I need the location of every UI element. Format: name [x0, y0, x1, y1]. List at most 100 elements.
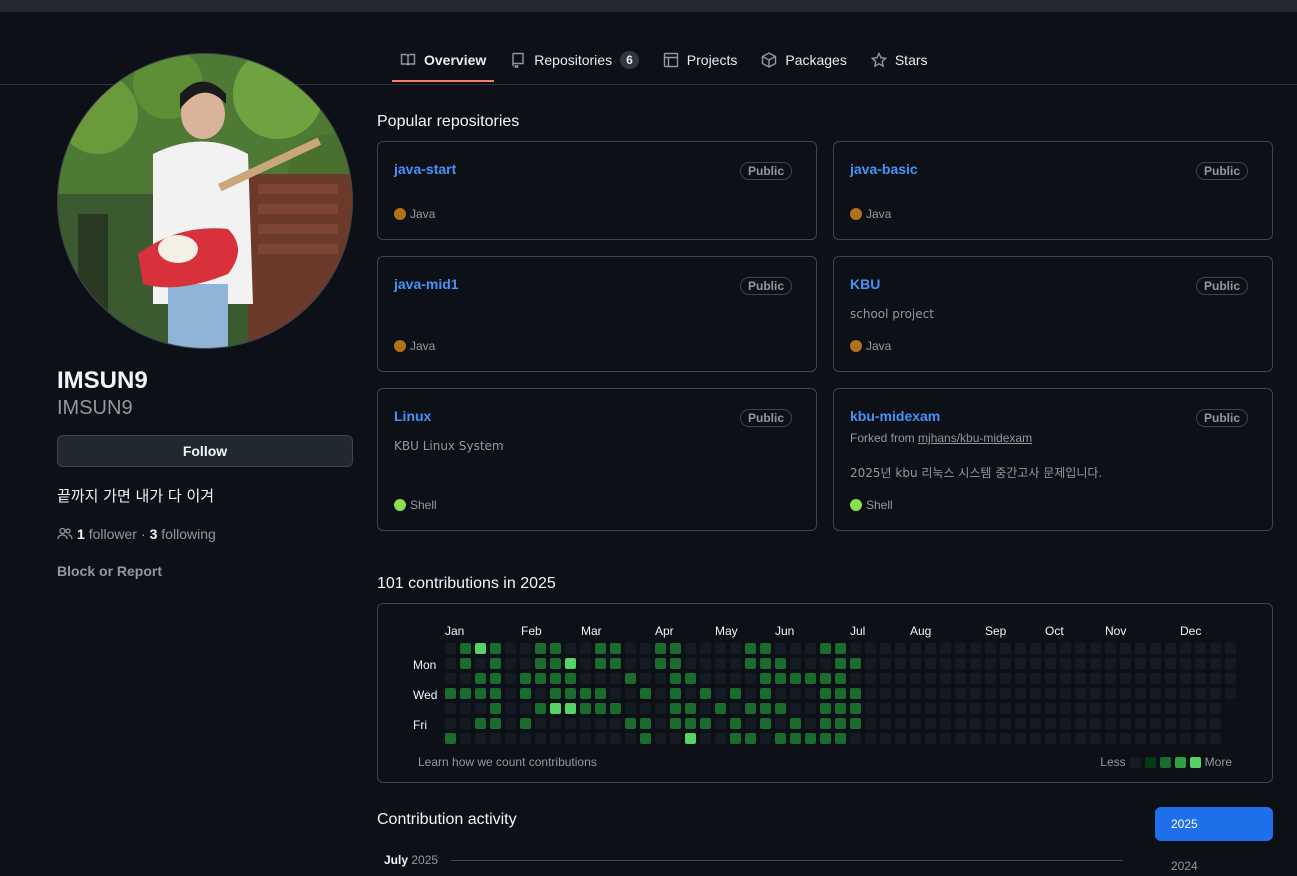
contribution-day[interactable] [1225, 673, 1236, 684]
contribution-day[interactable] [475, 703, 486, 714]
contribution-day[interactable] [655, 733, 666, 744]
contribution-day[interactable] [1075, 643, 1086, 654]
contribution-day[interactable] [1060, 658, 1071, 669]
contribution-day[interactable] [1090, 658, 1101, 669]
contribution-day[interactable] [895, 733, 906, 744]
contribution-day[interactable] [1090, 673, 1101, 684]
contribution-day[interactable] [775, 673, 786, 684]
contribution-day[interactable] [1045, 658, 1056, 669]
contribution-day[interactable] [670, 718, 681, 729]
contribution-day[interactable] [790, 703, 801, 714]
contribution-day[interactable] [1180, 658, 1191, 669]
contribution-day[interactable] [925, 733, 936, 744]
contribution-day[interactable] [775, 658, 786, 669]
contribution-day[interactable] [595, 703, 606, 714]
contribution-day[interactable] [1225, 643, 1236, 654]
contribution-day[interactable] [940, 703, 951, 714]
contribution-day[interactable] [670, 673, 681, 684]
contribution-day[interactable] [940, 658, 951, 669]
contribution-day[interactable] [625, 703, 636, 714]
contribution-day[interactable] [940, 673, 951, 684]
contribution-day[interactable] [775, 688, 786, 699]
contribution-day[interactable] [610, 643, 621, 654]
contribution-day[interactable] [790, 658, 801, 669]
contribution-day[interactable] [910, 673, 921, 684]
contribution-day[interactable] [865, 643, 876, 654]
contribution-day[interactable] [700, 673, 711, 684]
contribution-day[interactable] [745, 688, 756, 699]
contribution-day[interactable] [1210, 733, 1221, 744]
contribution-day[interactable] [625, 643, 636, 654]
contribution-day[interactable] [1180, 733, 1191, 744]
contribution-day[interactable] [655, 643, 666, 654]
contribution-day[interactable] [1060, 703, 1071, 714]
contribution-day[interactable] [865, 703, 876, 714]
contribution-day[interactable] [1015, 688, 1026, 699]
contribution-day[interactable] [775, 703, 786, 714]
contribution-day[interactable] [595, 673, 606, 684]
repo-link[interactable]: java-mid1 [394, 276, 459, 292]
learn-contributions-link[interactable]: Learn how we count contributions [418, 755, 597, 769]
contribution-day[interactable] [1150, 643, 1161, 654]
contribution-day[interactable] [970, 733, 981, 744]
contribution-day[interactable] [910, 643, 921, 654]
contribution-day[interactable] [1090, 703, 1101, 714]
contribution-day[interactable] [625, 673, 636, 684]
repo-link[interactable]: kbu-midexam [850, 408, 940, 424]
contribution-day[interactable] [1000, 658, 1011, 669]
contribution-day[interactable] [775, 733, 786, 744]
contribution-day[interactable] [490, 688, 501, 699]
contribution-day[interactable] [985, 658, 996, 669]
contribution-day[interactable] [1180, 718, 1191, 729]
contribution-day[interactable] [1165, 718, 1176, 729]
contribution-day[interactable] [760, 658, 771, 669]
contribution-day[interactable] [835, 718, 846, 729]
contribution-day[interactable] [730, 658, 741, 669]
contribution-day[interactable] [925, 658, 936, 669]
contribution-day[interactable] [850, 673, 861, 684]
contribution-day[interactable] [790, 718, 801, 729]
contribution-day[interactable] [625, 733, 636, 744]
contribution-day[interactable] [895, 673, 906, 684]
contribution-day[interactable] [835, 688, 846, 699]
contribution-day[interactable] [910, 658, 921, 669]
contribution-day[interactable] [745, 703, 756, 714]
contribution-day[interactable] [1015, 733, 1026, 744]
following-link[interactable]: 3 following [150, 526, 216, 542]
contribution-day[interactable] [865, 688, 876, 699]
contribution-day[interactable] [1165, 643, 1176, 654]
contribution-day[interactable] [1150, 688, 1161, 699]
block-report-link[interactable]: Block or Report [57, 563, 162, 579]
contribution-day[interactable] [1015, 643, 1026, 654]
contribution-day[interactable] [640, 688, 651, 699]
contribution-day[interactable] [595, 688, 606, 699]
contribution-day[interactable] [535, 643, 546, 654]
contribution-day[interactable] [670, 658, 681, 669]
contribution-day[interactable] [1165, 733, 1176, 744]
contribution-day[interactable] [970, 643, 981, 654]
contribution-day[interactable] [880, 703, 891, 714]
contribution-day[interactable] [580, 643, 591, 654]
contribution-day[interactable] [805, 658, 816, 669]
contribution-day[interactable] [700, 643, 711, 654]
contribution-day[interactable] [610, 658, 621, 669]
contribution-day[interactable] [490, 658, 501, 669]
contribution-day[interactable] [685, 643, 696, 654]
contribution-day[interactable] [865, 673, 876, 684]
contribution-day[interactable] [985, 688, 996, 699]
year-2025-button[interactable]: 2025 [1155, 807, 1273, 841]
contribution-day[interactable] [595, 658, 606, 669]
contribution-day[interactable] [1210, 658, 1221, 669]
contribution-day[interactable] [520, 703, 531, 714]
contribution-day[interactable] [850, 688, 861, 699]
contribution-day[interactable] [1135, 658, 1146, 669]
contribution-day[interactable] [730, 703, 741, 714]
contribution-day[interactable] [760, 703, 771, 714]
contribution-day[interactable] [1150, 733, 1161, 744]
contribution-day[interactable] [790, 688, 801, 699]
contribution-day[interactable] [715, 688, 726, 699]
contribution-day[interactable] [1180, 643, 1191, 654]
contribution-day[interactable] [505, 718, 516, 729]
contribution-day[interactable] [835, 703, 846, 714]
contribution-day[interactable] [1015, 703, 1026, 714]
